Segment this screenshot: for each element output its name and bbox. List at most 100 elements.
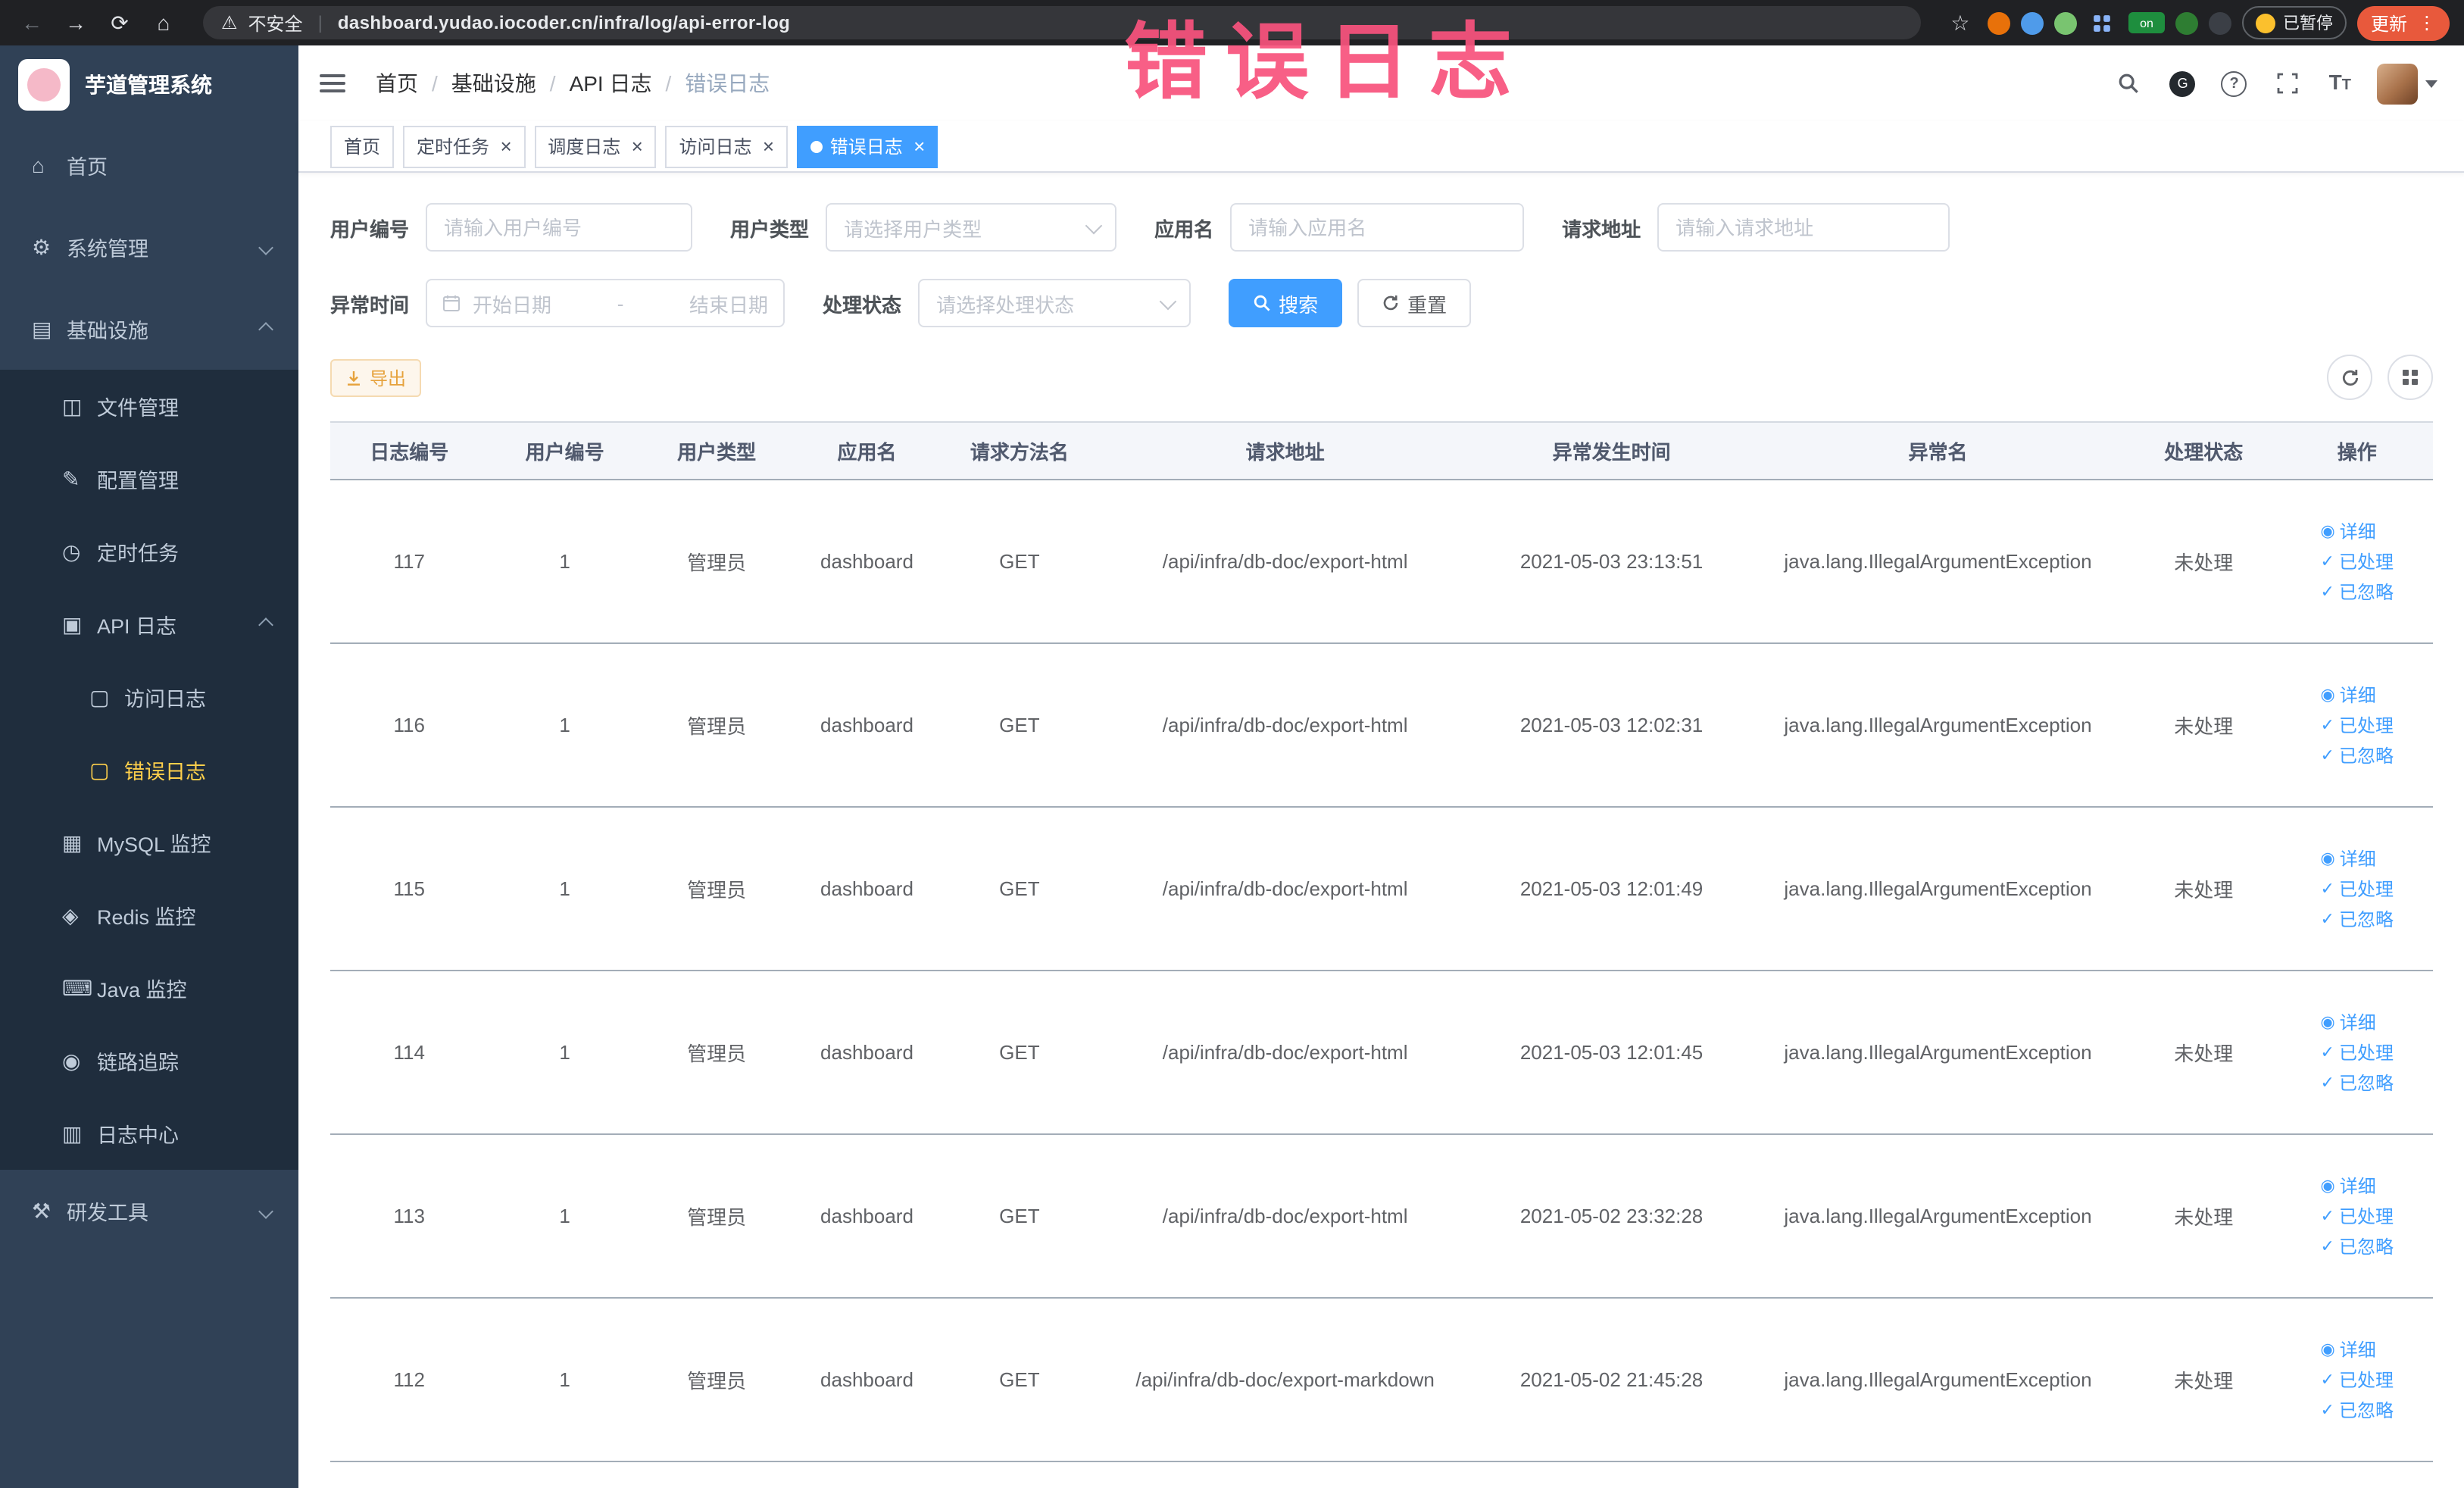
extensions-grid-icon[interactable] [2088, 8, 2118, 38]
extension-icon[interactable] [2053, 11, 2077, 34]
check-icon: ✓ [2320, 1402, 2334, 1420]
action-详细[interactable]: ◉ 详细 [2321, 682, 2376, 708]
sidebar-item-api-log[interactable]: ▣ API 日志 [0, 588, 298, 661]
action-已忽略[interactable]: ✓ 已忽略 [2321, 742, 2394, 768]
action-详细[interactable]: ◉ 详细 [2321, 518, 2376, 544]
font-size-icon[interactable]: TT [2329, 70, 2351, 97]
cell-time: 2021-05-02 21:45:28 [1473, 1298, 1750, 1462]
hamburger-icon[interactable] [320, 74, 345, 92]
search-button-label: 搜索 [1279, 293, 1319, 316]
sidebar-item-mysql[interactable]: ▦ MySQL 监控 [0, 806, 298, 879]
tools-icon: ⚒ [32, 1198, 52, 1222]
cell-user_id: 1 [488, 480, 642, 644]
close-icon[interactable]: × [500, 136, 511, 156]
action-已忽略[interactable]: ✓ 已忽略 [2321, 579, 2394, 605]
cell-user_id: 1 [488, 807, 642, 971]
breadcrumb-item[interactable]: 首页 [376, 68, 418, 98]
sidebar-item-file[interactable]: ◫ 文件管理 [0, 370, 298, 442]
cell-status: 未处理 [2126, 807, 2281, 971]
action-已忽略[interactable]: ✓ 已忽略 [2321, 1233, 2394, 1259]
tab-错误日志[interactable]: 错误日志 × [796, 125, 938, 167]
sidebar-item-dev-tools[interactable]: ⚒ 研发工具 [0, 1170, 298, 1252]
cell-method: GET [942, 807, 1098, 971]
cell-time: 2021-05-03 23:13:51 [1473, 480, 1750, 644]
close-icon[interactable]: × [763, 136, 774, 156]
sidebar-item-job[interactable]: ◷ 定时任务 [0, 515, 298, 588]
cell-time: 2021-05-03 12:02:31 [1473, 643, 1750, 808]
tab-定时任务[interactable]: 定时任务 × [403, 125, 526, 167]
filter-label: 处理状态 [823, 293, 902, 316]
user-menu[interactable] [2377, 63, 2437, 104]
sidebar-item-trace[interactable]: ◉ 链路追踪 [0, 1024, 298, 1097]
sidebar-item-infra[interactable]: ▤ 基础设施 [0, 288, 298, 370]
export-button[interactable]: 导出 [330, 358, 422, 396]
address-bar[interactable]: ⚠ 不安全 | dashboard.yudao.iocoder.cn/infra… [203, 6, 1921, 39]
tab-访问日志[interactable]: 访问日志 × [665, 125, 788, 167]
cell-method: GET [942, 643, 1098, 808]
close-icon[interactable]: × [913, 136, 925, 156]
sidebar-item-label: 日志中心 [97, 1124, 179, 1147]
sidebar-item-access-log[interactable]: ▢ 访问日志 [0, 661, 298, 733]
menu-dots-icon[interactable]: ⋮ [2418, 12, 2436, 33]
action-已处理[interactable]: ✓ 已处理 [2321, 1367, 2394, 1393]
action-已处理[interactable]: ✓ 已处理 [2321, 1039, 2394, 1065]
action-已忽略[interactable]: ✓ 已忽略 [2321, 1070, 2394, 1096]
action-已处理[interactable]: ✓ 已处理 [2321, 712, 2394, 738]
refresh-button[interactable] [2327, 355, 2372, 400]
sidebar-item-system[interactable]: ⚙ 系统管理 [0, 206, 298, 288]
fullscreen-icon[interactable] [2273, 68, 2303, 98]
action-详细[interactable]: ◉ 详细 [2321, 1173, 2376, 1199]
back-icon[interactable]: ← [15, 6, 48, 39]
cell-status: 未处理 [2126, 1134, 2281, 1299]
search-icon[interactable] [2114, 68, 2144, 98]
breadcrumb-item[interactable]: 基础设施 [451, 68, 536, 98]
breadcrumb-item[interactable]: API 日志 [570, 68, 652, 98]
logo[interactable]: 芋道管理系统 [0, 45, 298, 124]
column-settings-button[interactable] [2387, 355, 2433, 400]
sidebar-item-java[interactable]: ⌨ Java 监控 [0, 952, 298, 1024]
table-row: 117 1 管理员 dashboard GET/api/infra/db-doc/exp… [330, 480, 2433, 644]
extension-on-badge[interactable]: on [2128, 12, 2165, 33]
tab-首页[interactable]: 首页 [330, 125, 395, 167]
java-icon: ⌨ [62, 975, 93, 999]
user-type-select[interactable]: 请选择用户类型 [826, 203, 1117, 252]
action-已处理[interactable]: ✓ 已处理 [2321, 1203, 2394, 1229]
github-icon[interactable]: G [2169, 70, 2196, 96]
search-button[interactable]: 搜索 [1229, 279, 1343, 327]
cell-user_id: 1 [488, 971, 642, 1135]
extension-icon[interactable] [2020, 11, 2044, 34]
help-icon[interactable]: ? [2221, 70, 2247, 96]
process-status-select[interactable]: 请选择处理状态 [918, 279, 1191, 327]
date-range-picker[interactable]: 开始日期 - 结束日期 [426, 279, 785, 327]
forward-icon[interactable]: → [59, 6, 92, 39]
action-详细[interactable]: ◉ 详细 [2321, 1336, 2376, 1362]
sidebar-item-home[interactable]: ⌂ 首页 [0, 124, 298, 206]
action-已处理[interactable]: ✓ 已处理 [2321, 876, 2394, 902]
close-icon[interactable]: × [631, 136, 642, 156]
reset-button[interactable]: 重置 [1357, 279, 1472, 327]
action-label: 已处理 [2338, 1370, 2394, 1391]
reload-icon[interactable]: ⟳ [103, 6, 136, 39]
sidebar-item-redis[interactable]: ◈ Redis 监控 [0, 879, 298, 952]
cell-user_type: 管理员 [641, 1298, 792, 1462]
extension-icon[interactable] [2208, 11, 2231, 34]
filter-label: 用户编号 [330, 217, 410, 240]
action-详细[interactable]: ◉ 详细 [2321, 1009, 2376, 1035]
bookmark-star-icon[interactable]: ☆ [1944, 6, 1977, 39]
action-已处理[interactable]: ✓ 已处理 [2321, 549, 2394, 574]
tab-调度日志[interactable]: 调度日志 × [534, 125, 657, 167]
sidebar-item-error-log[interactable]: ▢ 错误日志 [0, 733, 298, 806]
action-详细[interactable]: ◉ 详细 [2321, 846, 2376, 871]
app-name-input[interactable] [1230, 203, 1525, 252]
request-url-input[interactable] [1657, 203, 1950, 252]
extension-icon[interactable] [1987, 11, 2010, 34]
sidebar-item-config[interactable]: ✎ 配置管理 [0, 442, 298, 515]
sidebar-item-log-center[interactable]: ▥ 日志中心 [0, 1097, 298, 1170]
update-button[interactable]: 更新 ⋮ [2356, 5, 2450, 40]
action-已忽略[interactable]: ✓ 已忽略 [2321, 1397, 2394, 1423]
extension-icon[interactable] [2175, 11, 2198, 34]
home-icon[interactable]: ⌂ [147, 6, 180, 39]
action-已忽略[interactable]: ✓ 已忽略 [2321, 906, 2394, 932]
user-id-input[interactable] [426, 203, 693, 252]
paused-badge[interactable]: 已暂停 [2241, 6, 2347, 39]
